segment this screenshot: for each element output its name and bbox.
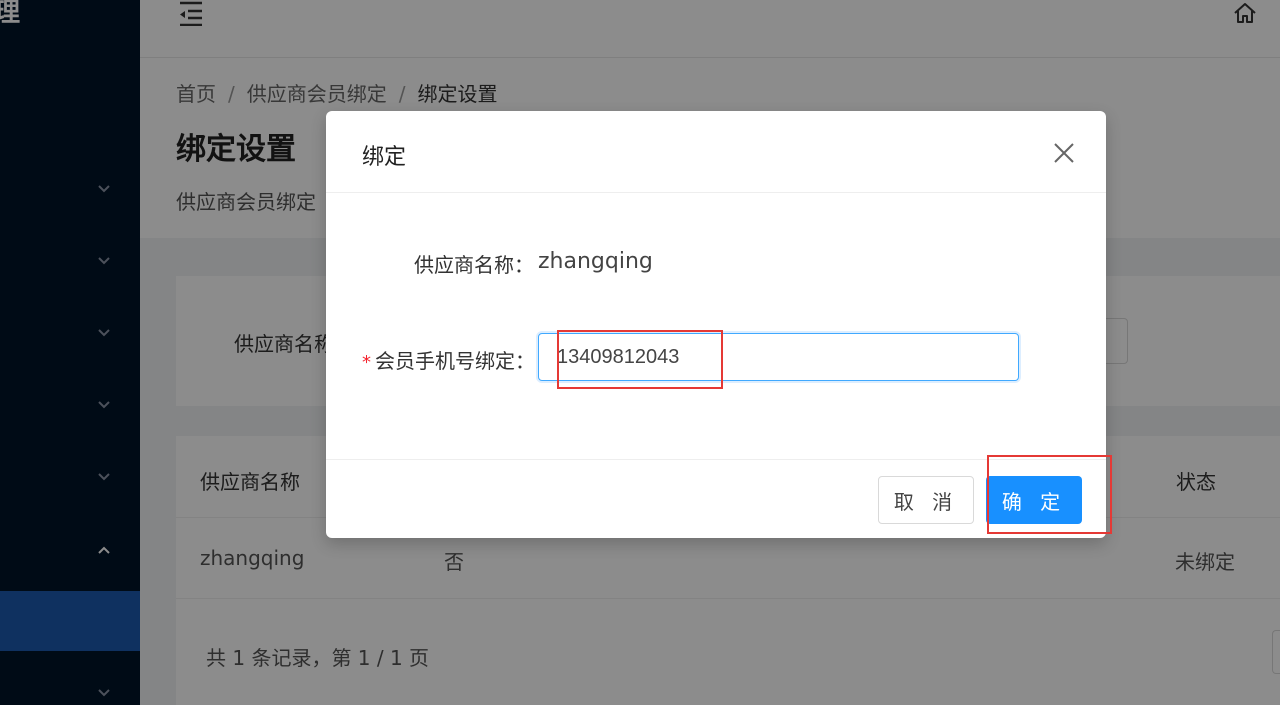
modal-footer: 取 消 确 定 [326, 459, 1106, 538]
modal-title: 绑定 [362, 145, 407, 170]
required-mark: * [362, 352, 371, 373]
bind-modal: 绑定 供应商名称： zhangqing *会员手机号绑定： 取 消 确 定 [326, 111, 1106, 538]
ok-button[interactable]: 确 定 [986, 476, 1082, 524]
supplier-name-label: 供应商名称： [414, 253, 534, 277]
phone-binding-label-text: 会员手机号绑定： [375, 349, 535, 373]
supplier-name-value: zhangqing [538, 249, 653, 274]
cancel-button[interactable]: 取 消 [878, 476, 974, 524]
modal-header: 绑定 [326, 111, 1106, 193]
phone-input[interactable] [538, 333, 1019, 381]
phone-binding-label: * 会员手机号绑定： [362, 345, 535, 374]
close-icon[interactable] [1052, 141, 1076, 165]
